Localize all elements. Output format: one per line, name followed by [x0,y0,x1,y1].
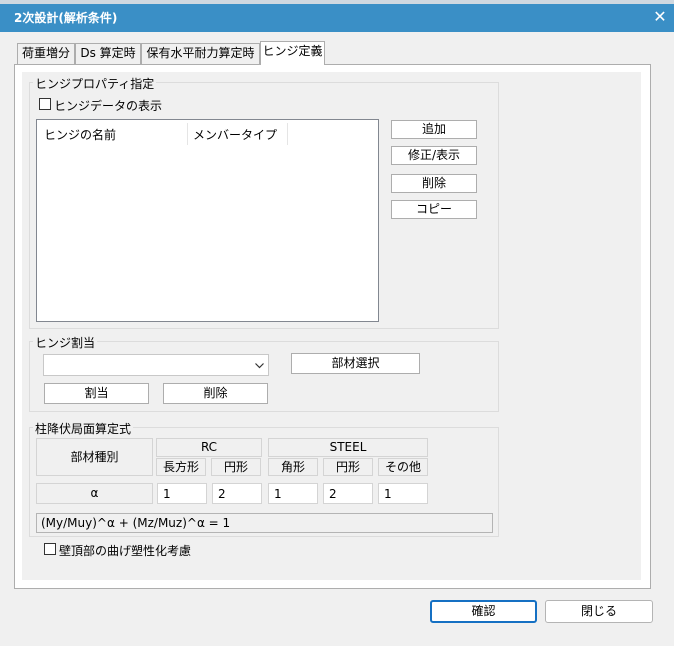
hinge-property-group-label: ヒンジプロパティ指定 [33,75,157,92]
yield-surface-group-label: 柱降伏局面算定式 [33,420,134,437]
copy-button[interactable]: コピー [391,200,477,219]
alpha-label: α [36,483,153,504]
steel-other-header: その他 [378,458,428,476]
alpha-rc-circular-input[interactable]: 2 [212,483,262,504]
hinge-assign-group-label: ヒンジ割当 [33,334,98,351]
add-button[interactable]: 追加 [391,120,477,139]
column-header-hinge-name[interactable]: ヒンジの名前 [44,126,116,143]
show-hinge-data-label: ヒンジデータの表示 [54,99,163,113]
show-hinge-data-checkbox[interactable] [39,98,51,110]
steel-header: STEEL [268,438,428,457]
tab-load-increment[interactable]: 荷重増分 [17,43,75,64]
close-button[interactable]: 閉じる [545,600,653,623]
unassign-button[interactable]: 削除 [163,383,268,404]
chevron-down-icon[interactable] [255,363,264,369]
hinge-combo[interactable] [43,354,269,376]
assign-button[interactable]: 割当 [44,383,149,404]
tab-ds-calculation[interactable]: Ds 算定時 [75,43,141,64]
close-icon[interactable]: ✕ [650,7,670,27]
steel-circular-header: 円形 [323,458,373,476]
alpha-rc-rectangular-input[interactable]: 1 [157,483,207,504]
wall-plasticity-label: 壁頂部の曲げ塑性化考慮 [59,544,192,558]
member-type-header: 部材種別 [36,438,153,476]
rc-header: RC [156,438,262,457]
member-select-button[interactable]: 部材選択 [291,353,420,374]
delete-hinge-button[interactable]: 削除 [391,174,477,193]
hinge-list[interactable]: ヒンジの名前 メンバータイプ [36,119,379,322]
wall-plasticity-checkbox[interactable] [44,543,56,555]
tab-hinge-definition[interactable]: ヒンジ定義 [260,41,325,65]
column-separator [187,123,188,145]
column-separator [287,123,288,145]
edit-view-button[interactable]: 修正/表示 [391,146,477,165]
alpha-steel-circular-input[interactable]: 2 [323,483,373,504]
window-title: 2次設計(解析条件) [14,11,118,25]
column-header-member-type[interactable]: メンバータイプ [193,126,277,143]
alpha-steel-other-input[interactable]: 1 [378,483,428,504]
alpha-steel-square-input[interactable]: 1 [268,483,318,504]
rc-rectangular-header: 長方形 [156,458,206,476]
ok-button[interactable]: 確認 [430,600,537,623]
background-window-strip [0,0,674,4]
rc-circular-header: 円形 [211,458,261,476]
steel-square-header: 角形 [268,458,318,476]
yield-formula: (My/Muy)^α + (Mz/Muz)^α = 1 [36,513,493,533]
tab-horizontal-capacity[interactable]: 保有水平耐力算定時 [141,43,260,64]
